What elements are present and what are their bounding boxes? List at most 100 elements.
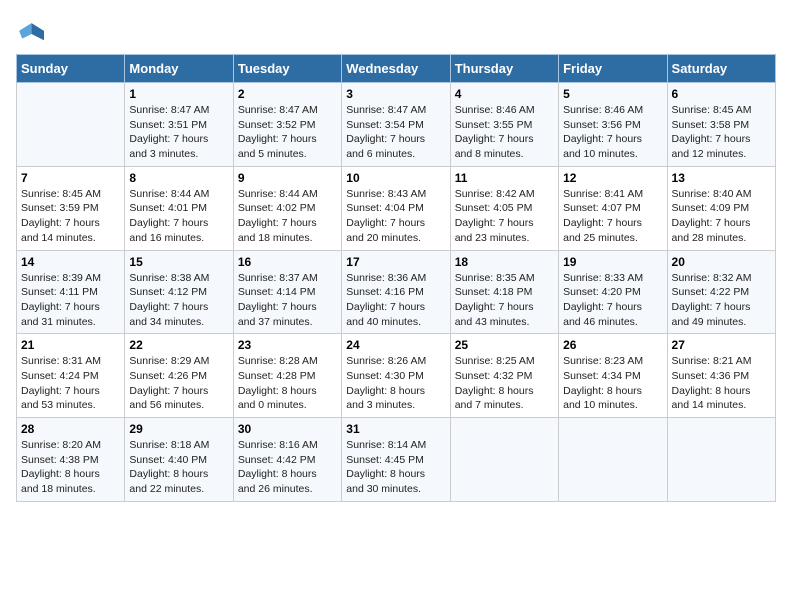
day-number: 26 [563, 338, 662, 352]
calendar-cell: 18 Sunrise: 8:35 AM Sunset: 4:18 PM Dayli… [450, 250, 558, 334]
day-number: 5 [563, 87, 662, 101]
calendar-cell [667, 418, 775, 502]
header-thursday: Thursday [450, 55, 558, 83]
day-info: Sunrise: 8:47 AM Sunset: 3:52 PM Dayligh… [238, 103, 337, 162]
day-info: Sunrise: 8:28 AM Sunset: 4:28 PM Dayligh… [238, 354, 337, 413]
day-info: Sunrise: 8:39 AM Sunset: 4:11 PM Dayligh… [21, 271, 120, 330]
calendar-cell: 14 Sunrise: 8:39 AM Sunset: 4:11 PM Dayli… [17, 250, 125, 334]
day-info: Sunrise: 8:37 AM Sunset: 4:14 PM Dayligh… [238, 271, 337, 330]
header-wednesday: Wednesday [342, 55, 450, 83]
day-info: Sunrise: 8:43 AM Sunset: 4:04 PM Dayligh… [346, 187, 445, 246]
day-info: Sunrise: 8:38 AM Sunset: 4:12 PM Dayligh… [129, 271, 228, 330]
calendar-cell: 27Sunrise: 8:21 AM Sunset: 4:36 PM Dayli… [667, 334, 775, 418]
calendar-table: SundayMondayTuesdayWednesdayThursdayFrid… [16, 54, 776, 502]
page-header [16, 16, 776, 48]
calendar-cell: 26 Sunrise: 8:23 AM Sunset: 4:34 PM Dayli… [559, 334, 667, 418]
calendar-cell: 3Sunrise: 8:47 AM Sunset: 3:54 PM Daylig… [342, 83, 450, 167]
day-number: 12 [563, 171, 662, 185]
calendar-cell: 31Sunrise: 8:14 AM Sunset: 4:45 PM Dayli… [342, 418, 450, 502]
calendar-cell: 1Sunrise: 8:47 AM Sunset: 3:51 PM Daylig… [125, 83, 233, 167]
day-info: Sunrise: 8:16 AM Sunset: 4:42 PM Dayligh… [238, 438, 337, 497]
calendar-week-row: 28 Sunrise: 8:20 AM Sunset: 4:38 PM Dayli… [17, 418, 776, 502]
day-number: 19 [563, 255, 662, 269]
header-monday: Monday [125, 55, 233, 83]
day-info: Sunrise: 8:46 AM Sunset: 3:55 PM Dayligh… [455, 103, 554, 162]
day-number: 18 [455, 255, 554, 269]
calendar-week-row: 7Sunrise: 8:45 AM Sunset: 3:59 PM Daylig… [17, 166, 776, 250]
calendar-cell: 2 Sunrise: 8:47 AM Sunset: 3:52 PM Daylig… [233, 83, 341, 167]
calendar-cell: 4Sunrise: 8:46 AM Sunset: 3:55 PM Daylig… [450, 83, 558, 167]
calendar-header-row: SundayMondayTuesdayWednesdayThursdayFrid… [17, 55, 776, 83]
day-info: Sunrise: 8:29 AM Sunset: 4:26 PM Dayligh… [129, 354, 228, 413]
logo [16, 20, 48, 48]
calendar-cell: 13 Sunrise: 8:40 AM Sunset: 4:09 PM Dayli… [667, 166, 775, 250]
calendar-cell: 5 Sunrise: 8:46 AM Sunset: 3:56 PM Daylig… [559, 83, 667, 167]
calendar-cell: 8 Sunrise: 8:44 AM Sunset: 4:01 PM Daylig… [125, 166, 233, 250]
day-number: 23 [238, 338, 337, 352]
day-info: Sunrise: 8:31 AM Sunset: 4:24 PM Dayligh… [21, 354, 120, 413]
day-number: 10 [346, 171, 445, 185]
day-number: 21 [21, 338, 120, 352]
day-number: 8 [129, 171, 228, 185]
day-info: Sunrise: 8:42 AM Sunset: 4:05 PM Dayligh… [455, 187, 554, 246]
header-sunday: Sunday [17, 55, 125, 83]
calendar-cell: 25 Sunrise: 8:25 AM Sunset: 4:32 PM Dayli… [450, 334, 558, 418]
day-info: Sunrise: 8:23 AM Sunset: 4:34 PM Dayligh… [563, 354, 662, 413]
calendar-cell: 19 Sunrise: 8:33 AM Sunset: 4:20 PM Dayli… [559, 250, 667, 334]
calendar-week-row: 1Sunrise: 8:47 AM Sunset: 3:51 PM Daylig… [17, 83, 776, 167]
calendar-cell: 16 Sunrise: 8:37 AM Sunset: 4:14 PM Dayli… [233, 250, 341, 334]
day-number: 17 [346, 255, 445, 269]
day-number: 20 [672, 255, 771, 269]
calendar-cell: 20Sunrise: 8:32 AM Sunset: 4:22 PM Dayli… [667, 250, 775, 334]
day-number: 14 [21, 255, 120, 269]
day-number: 27 [672, 338, 771, 352]
day-number: 24 [346, 338, 445, 352]
calendar-cell [450, 418, 558, 502]
day-info: Sunrise: 8:44 AM Sunset: 4:01 PM Dayligh… [129, 187, 228, 246]
calendar-cell [559, 418, 667, 502]
day-info: Sunrise: 8:18 AM Sunset: 4:40 PM Dayligh… [129, 438, 228, 497]
calendar-cell: 23 Sunrise: 8:28 AM Sunset: 4:28 PM Dayli… [233, 334, 341, 418]
day-info: Sunrise: 8:40 AM Sunset: 4:09 PM Dayligh… [672, 187, 771, 246]
calendar-cell: 10 Sunrise: 8:43 AM Sunset: 4:04 PM Dayli… [342, 166, 450, 250]
day-number: 28 [21, 422, 120, 436]
day-info: Sunrise: 8:41 AM Sunset: 4:07 PM Dayligh… [563, 187, 662, 246]
calendar-cell: 30 Sunrise: 8:16 AM Sunset: 4:42 PM Dayli… [233, 418, 341, 502]
calendar-cell: 12 Sunrise: 8:41 AM Sunset: 4:07 PM Dayli… [559, 166, 667, 250]
day-number: 15 [129, 255, 228, 269]
day-info: Sunrise: 8:45 AM Sunset: 3:58 PM Dayligh… [672, 103, 771, 162]
day-info: Sunrise: 8:36 AM Sunset: 4:16 PM Dayligh… [346, 271, 445, 330]
day-info: Sunrise: 8:33 AM Sunset: 4:20 PM Dayligh… [563, 271, 662, 330]
day-number: 2 [238, 87, 337, 101]
calendar-cell [17, 83, 125, 167]
calendar-cell: 24Sunrise: 8:26 AM Sunset: 4:30 PM Dayli… [342, 334, 450, 418]
calendar-cell: 6 Sunrise: 8:45 AM Sunset: 3:58 PM Daylig… [667, 83, 775, 167]
day-number: 11 [455, 171, 554, 185]
day-number: 16 [238, 255, 337, 269]
day-number: 25 [455, 338, 554, 352]
calendar-cell: 22 Sunrise: 8:29 AM Sunset: 4:26 PM Dayli… [125, 334, 233, 418]
day-number: 13 [672, 171, 771, 185]
day-number: 7 [21, 171, 120, 185]
day-info: Sunrise: 8:20 AM Sunset: 4:38 PM Dayligh… [21, 438, 120, 497]
calendar-cell: 15 Sunrise: 8:38 AM Sunset: 4:12 PM Dayli… [125, 250, 233, 334]
calendar-cell: 28 Sunrise: 8:20 AM Sunset: 4:38 PM Dayli… [17, 418, 125, 502]
day-number: 9 [238, 171, 337, 185]
day-info: Sunrise: 8:44 AM Sunset: 4:02 PM Dayligh… [238, 187, 337, 246]
day-info: Sunrise: 8:25 AM Sunset: 4:32 PM Dayligh… [455, 354, 554, 413]
calendar-cell: 7Sunrise: 8:45 AM Sunset: 3:59 PM Daylig… [17, 166, 125, 250]
day-number: 6 [672, 87, 771, 101]
day-number: 3 [346, 87, 445, 101]
day-number: 30 [238, 422, 337, 436]
day-number: 22 [129, 338, 228, 352]
calendar-week-row: 21 Sunrise: 8:31 AM Sunset: 4:24 PM Dayli… [17, 334, 776, 418]
day-info: Sunrise: 8:14 AM Sunset: 4:45 PM Dayligh… [346, 438, 445, 497]
header-saturday: Saturday [667, 55, 775, 83]
calendar-cell: 21 Sunrise: 8:31 AM Sunset: 4:24 PM Dayli… [17, 334, 125, 418]
calendar-cell: 17 Sunrise: 8:36 AM Sunset: 4:16 PM Dayli… [342, 250, 450, 334]
calendar-cell: 29Sunrise: 8:18 AM Sunset: 4:40 PM Dayli… [125, 418, 233, 502]
day-info: Sunrise: 8:46 AM Sunset: 3:56 PM Dayligh… [563, 103, 662, 162]
day-info: Sunrise: 8:35 AM Sunset: 4:18 PM Dayligh… [455, 271, 554, 330]
calendar-cell: 9 Sunrise: 8:44 AM Sunset: 4:02 PM Daylig… [233, 166, 341, 250]
logo-icon [16, 20, 44, 48]
